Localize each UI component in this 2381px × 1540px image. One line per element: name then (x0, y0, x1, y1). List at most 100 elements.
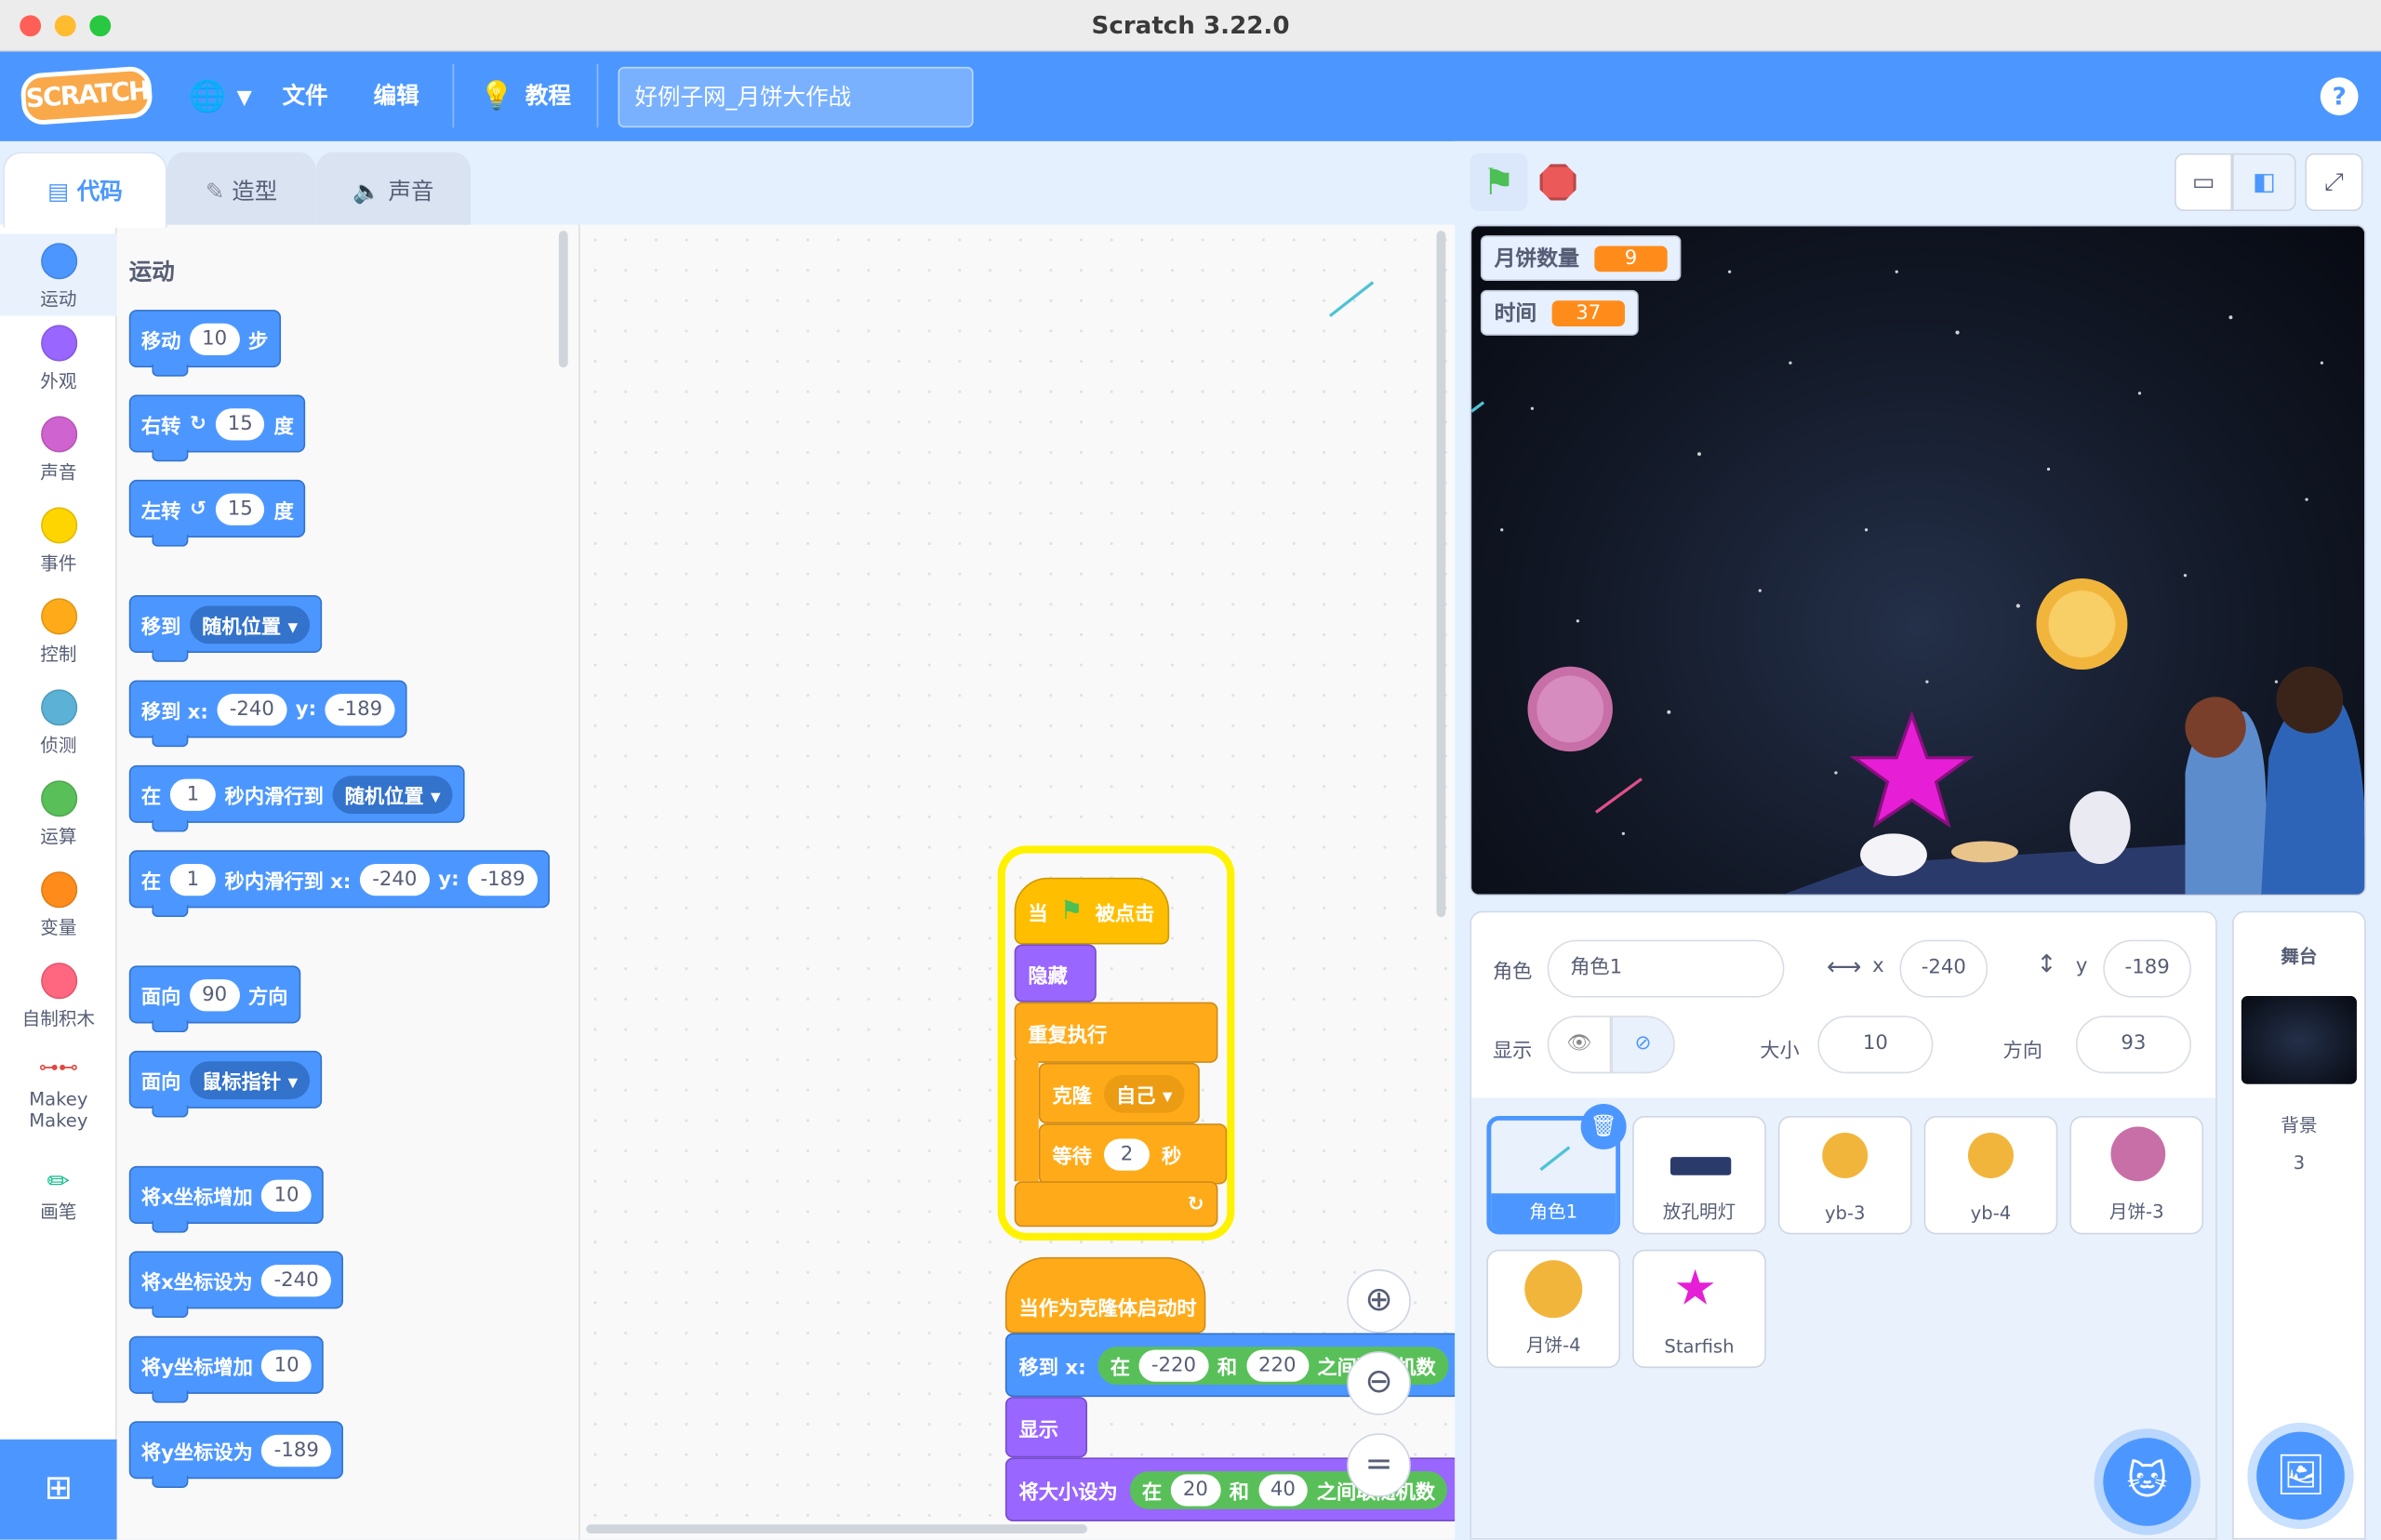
block-turn-left[interactable]: 左转 ↺ 15 度 (128, 479, 306, 547)
lightbulb-icon[interactable]: 💡 (480, 52, 514, 141)
tab-sounds[interactable]: 🔈 声音 (315, 152, 472, 228)
help-icon[interactable]: ? (2320, 77, 2359, 116)
sprite-thumb-7[interactable]: ★ Starfish (1632, 1249, 1766, 1369)
pen-icon: ✏ (47, 1165, 71, 1199)
y-arrows-icon: ↕ (2036, 949, 2057, 978)
category-menu: 运动 外观 声音 事件 控制 侦测 运算 变量 自制积木 ⊶⊷ Makey Mak… (0, 224, 117, 1540)
block-point-towards[interactable]: 面向 鼠标指针 ▾ (128, 1050, 323, 1118)
sprite-thumb-6[interactable]: 月饼-4 (1486, 1249, 1621, 1369)
add-backdrop-icon[interactable]: 🖼 (2256, 1431, 2345, 1520)
speaker-icon: 🔈 (352, 178, 389, 206)
tab-code[interactable]: ▤ 代码 (3, 152, 167, 228)
green-flag-icon: ⚑ (1059, 896, 1084, 926)
fullscreen-icon[interactable]: ⤢ (2305, 153, 2363, 211)
rotate-right-icon: ↻ (190, 412, 206, 435)
menu-tutorials[interactable]: 教程 (525, 52, 571, 141)
block-move-steps[interactable]: 移动 10 步 (128, 310, 281, 377)
minimize-window-button[interactable] (54, 15, 76, 37)
menu-edit[interactable]: 编辑 (374, 52, 419, 141)
category-motion[interactable]: 运动 (0, 233, 117, 316)
sprite-list: 角色1 🗑 放孔明灯 yb-3 yb-4 月饼-3 月饼-4 ★ Starfish… (1471, 1097, 2216, 1538)
block-change-x[interactable]: 将x坐标增加 10 (128, 1165, 324, 1233)
category-pen[interactable]: ✏ 画笔 (0, 1166, 117, 1224)
y-input[interactable]: -189 (2103, 939, 2191, 998)
small-stage-icon[interactable]: ▭ (2175, 153, 2233, 211)
stage-pane-title: 舞台 (2281, 946, 2318, 968)
block-goto[interactable]: 移到 随机位置 ▾ (128, 595, 323, 662)
backdrop-thumbnail (2241, 996, 2357, 1084)
sprite-name-input[interactable]: 角色1 (1547, 939, 1785, 998)
window-title-bar: Scratch 3.22.0 (0, 0, 2381, 52)
add-sprite-cat-icon[interactable]: 🐱 (2103, 1438, 2191, 1526)
variable-monitor-time: 时间 37 (1480, 289, 1639, 336)
rotate-left-icon: ↺ (190, 497, 206, 521)
direction-input[interactable]: 93 (2075, 1016, 2191, 1074)
category-operators[interactable]: 运算 (0, 780, 117, 848)
large-stage-icon[interactable]: ◧ (2232, 153, 2296, 211)
stage-target-pane[interactable]: 舞台 背景 3 🖼 (2232, 910, 2366, 1540)
sprite-label: 角色 (1492, 961, 1533, 984)
stage-header: ⚑ ▭ ◧ ⤢ (1455, 140, 2381, 224)
sprite-thumb-3[interactable]: yb-3 (1777, 1116, 1912, 1235)
category-sensing[interactable]: 侦测 (0, 689, 117, 757)
create-clone-block[interactable]: 克隆 自己 ▾ (1038, 1062, 1200, 1124)
sprite-thumb-4[interactable]: yb-4 (1923, 1116, 2058, 1235)
size-input[interactable]: 10 (1817, 1016, 1934, 1074)
close-window-button[interactable] (20, 15, 42, 37)
sprite-info-pane: 角色 角色1 ⟷ x -240 ↕ y -189 显示 👁 ⊘ 大小 10 方向… (1470, 910, 2217, 1540)
palette-scrollbar[interactable] (558, 231, 568, 368)
category-makey-makey[interactable]: ⊶⊷ Makey Makey (0, 1056, 117, 1131)
sprite-thumb-5[interactable]: 月饼-3 (2069, 1116, 2204, 1235)
forever-end: ↻ (1014, 1181, 1218, 1228)
block-glide[interactable]: 在 1 秒内滑行到 随机位置 ▾ (128, 764, 465, 832)
category-my-blocks[interactable]: 自制积木 (0, 962, 117, 1030)
wait-block[interactable]: 等待 2 秒 (1038, 1123, 1228, 1185)
forever-block[interactable]: 重复执行 (1014, 1002, 1218, 1063)
category-control[interactable]: 控制 (0, 598, 117, 666)
category-looks[interactable]: 外观 (0, 325, 117, 392)
add-extension-button[interactable]: ⊞ (0, 1439, 117, 1540)
block-turn-right[interactable]: 右转 ↻ 15 度 (128, 394, 306, 462)
zoom-reset-icon[interactable]: = (1347, 1433, 1411, 1497)
project-title-input[interactable]: 好例子网_月饼大作战 (618, 66, 974, 128)
zoom-window-button[interactable] (89, 15, 112, 37)
menu-bar: SCRATCH 🌐 ▾ 文件 编辑 💡 教程 好例子网_月饼大作战 ? (0, 51, 2381, 141)
makey-makey-icon: ⊶⊷ (38, 1056, 79, 1080)
delete-sprite-icon[interactable]: 🗑 (1580, 1103, 1627, 1149)
code-icon: ▤ (47, 178, 77, 206)
zoom-out-icon[interactable]: ⊖ (1347, 1351, 1411, 1415)
block-change-y[interactable]: 将y坐标增加 10 (128, 1335, 324, 1403)
tab-costumes[interactable]: ✎ 造型 (166, 152, 316, 228)
variable-monitor-mooncake-count: 月饼数量 9 (1480, 235, 1682, 282)
hide-block[interactable]: 隐藏 (1014, 944, 1097, 1002)
when-clone-starts-block[interactable]: 当作为克隆体启动时 (1004, 1256, 1206, 1334)
sprite-thumb-2[interactable]: 放孔明灯 (1632, 1116, 1766, 1235)
language-globe-icon[interactable]: 🌐 ▾ (188, 52, 251, 141)
block-glide-xy[interactable]: 在 1 秒内滑行到 x: -240 y: -189 (128, 850, 550, 918)
block-point-direction[interactable]: 面向 90 方向 (128, 965, 300, 1033)
category-events[interactable]: 事件 (0, 507, 117, 575)
hide-sprite-eye-icon[interactable]: ⊘ (1611, 1016, 1675, 1074)
loop-arrow-icon: ↻ (1187, 1192, 1204, 1215)
scratch-logo[interactable]: SCRATCH (20, 65, 154, 126)
show-block[interactable]: 显示 (1004, 1397, 1088, 1458)
workspace-horizontal-scrollbar[interactable] (586, 1524, 1088, 1534)
palette-heading: 运动 (128, 258, 175, 285)
category-variables[interactable]: 变量 (0, 871, 117, 939)
category-sound[interactable]: 声音 (0, 416, 117, 484)
x-arrows-icon: ⟷ (1827, 951, 1862, 981)
block-set-x[interactable]: 将x坐标设为 -240 (128, 1251, 343, 1319)
brush-icon: ✎ (205, 178, 233, 206)
workspace-vertical-scrollbar[interactable] (1436, 231, 1446, 918)
when-flag-clicked-block[interactable]: 当 ⚑ 被点击 (1014, 877, 1170, 945)
zoom-in-icon[interactable]: ⊕ (1347, 1268, 1411, 1334)
green-flag-icon[interactable]: ⚑ (1470, 153, 1528, 211)
stage-canvas[interactable]: 月饼数量 9 时间 37 (1470, 224, 2366, 896)
menu-file[interactable]: 文件 (283, 52, 328, 141)
stop-icon[interactable] (1539, 164, 1576, 201)
block-goto-xy[interactable]: 移到 x: -240 y: -189 (128, 680, 407, 748)
script-workspace[interactable]: 当 ⚑ 被点击 隐藏 重复执行 克隆 自己 ▾ 等待 2 秒 ↻ 当作为克隆体启动时 移到… (579, 224, 1456, 1540)
show-sprite-eye-icon[interactable]: 👁 (1547, 1016, 1612, 1074)
block-set-y[interactable]: 将y坐标设为 -189 (128, 1421, 343, 1489)
x-input[interactable]: -240 (1899, 939, 1989, 998)
